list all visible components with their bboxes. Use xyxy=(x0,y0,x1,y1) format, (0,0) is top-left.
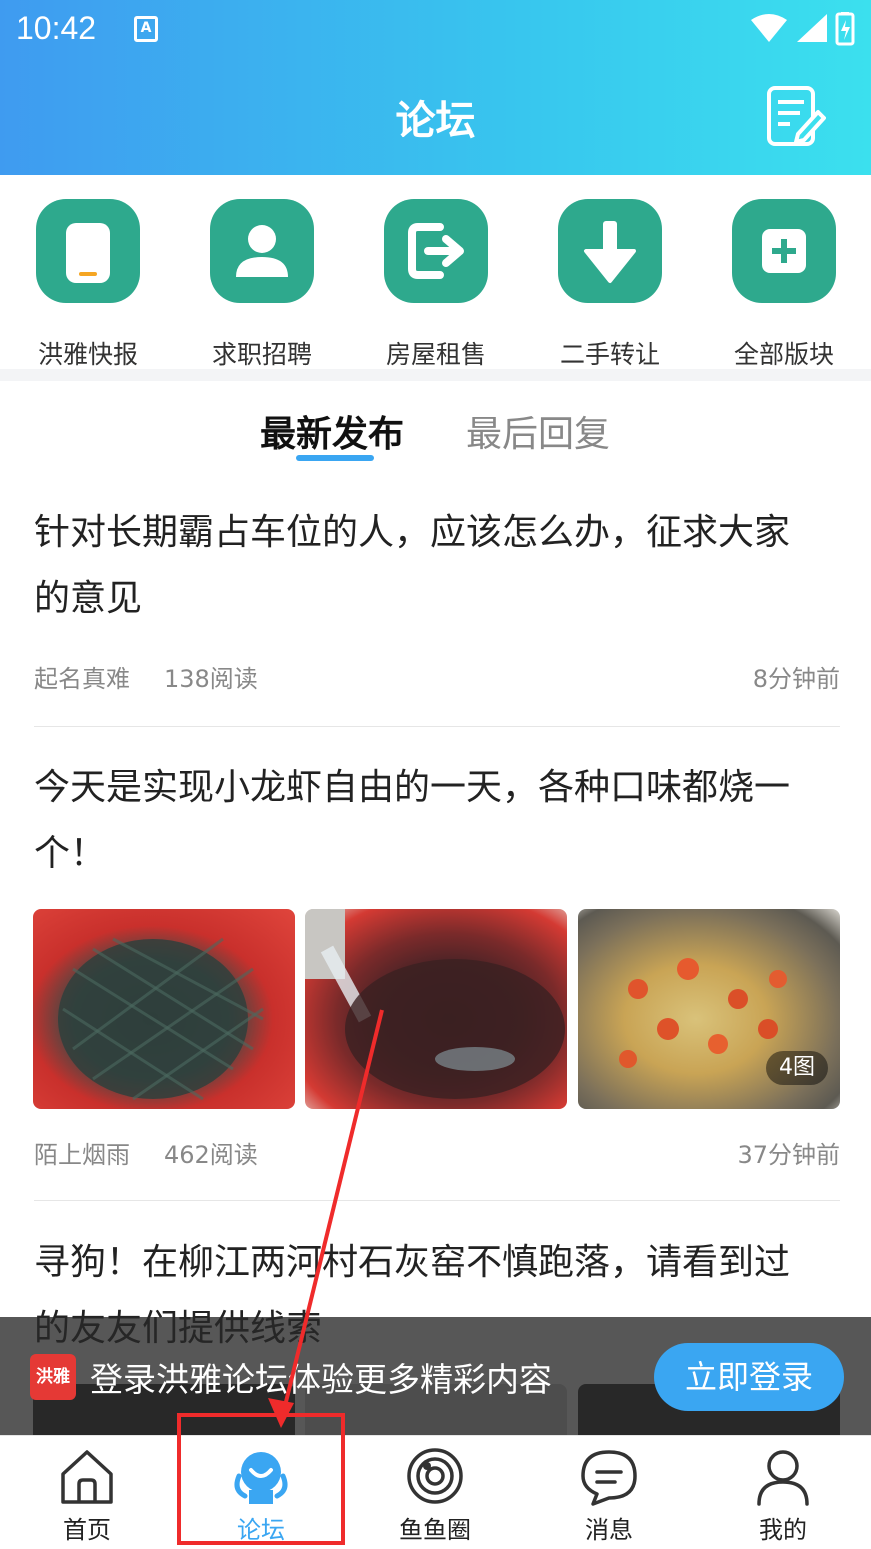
tab-label: 鱼鱼圈 xyxy=(399,1516,471,1544)
post-time: 37分钟前 xyxy=(737,1141,840,1169)
post-time: 8分钟前 xyxy=(752,665,840,693)
page-title: 论坛 xyxy=(395,98,476,144)
tab-latest-posts[interactable]: 最新发布 xyxy=(260,405,404,457)
quick-entry-grid: 洪雅快报 求职招聘 房屋租售 二手转让 全部版块 xyxy=(0,175,871,375)
post-title[interactable]: 针对长期霸占车位的人，应该怎么办，征求大家的意见 xyxy=(34,500,824,632)
quick-entry-label: 全部版块 xyxy=(733,340,834,369)
tab-label: 我的 xyxy=(759,1516,807,1544)
post-meta: 起名真难 138阅读 8分钟前 xyxy=(34,659,840,694)
login-now-button[interactable]: 立即登录 xyxy=(654,1343,844,1411)
planet-icon xyxy=(407,1448,463,1504)
quick-entry-icon-bg xyxy=(384,199,488,303)
tab-messages[interactable]: 消息 xyxy=(522,1436,696,1549)
login-prompt-banner: 洪雅 登录洪雅论坛体验更多精彩内容 立即登录 xyxy=(0,1317,871,1435)
post-read-count: 138阅读 xyxy=(164,665,258,693)
status-time: 10:42 xyxy=(16,10,97,46)
quick-entry-label: 求职招聘 xyxy=(211,340,312,369)
post-image[interactable]: 4图 xyxy=(578,909,840,1109)
ime-indicator-icon: A xyxy=(134,16,158,42)
bottom-tab-bar: 首页 论坛 鱼鱼圈 消息 我的 xyxy=(0,1435,871,1549)
signal-battery-icon xyxy=(751,12,855,46)
active-tab-indicator xyxy=(296,455,374,461)
annotation-highlight-box xyxy=(177,1413,345,1545)
status-bar: 10:42 A xyxy=(0,0,871,62)
tab-home[interactable]: 首页 xyxy=(0,1436,174,1549)
quick-entry-housing[interactable]: 房屋租售 xyxy=(366,197,506,369)
quick-entry-icon-bg xyxy=(558,199,662,303)
quick-entry-label: 洪雅快报 xyxy=(37,340,138,369)
quick-entry-label: 房屋租售 xyxy=(385,340,486,369)
quick-entry-secondhand[interactable]: 二手转让 xyxy=(540,197,680,369)
app-logo: 洪雅 xyxy=(30,1354,76,1400)
chat-bubble-icon xyxy=(581,1450,637,1506)
post-image[interactable] xyxy=(33,909,295,1109)
post-divider xyxy=(34,1200,840,1201)
plus-square-icon xyxy=(762,229,806,273)
exit-door-icon xyxy=(408,223,464,279)
phone-icon xyxy=(66,223,110,283)
quick-entry-icon-bg xyxy=(36,199,140,303)
quick-entry-jobs[interactable]: 求职招聘 xyxy=(192,197,332,369)
tab-profile[interactable]: 我的 xyxy=(696,1436,870,1549)
tab-latest-replies[interactable]: 最后回复 xyxy=(466,405,610,457)
login-prompt-text: 登录洪雅论坛体验更多精彩内容 xyxy=(90,1360,552,1399)
post-title[interactable]: 今天是实现小龙虾自由的一天，各种口味都烧一个！ xyxy=(34,755,824,887)
post-divider xyxy=(34,726,840,727)
quick-entry-news[interactable]: 洪雅快报 xyxy=(18,197,158,369)
post-author[interactable]: 起名真难 xyxy=(34,659,130,694)
tab-label: 消息 xyxy=(585,1516,633,1544)
washing-crayfish-image xyxy=(305,909,565,1099)
tab-label: 首页 xyxy=(63,1516,111,1544)
crayfish-bag-image xyxy=(58,937,264,1101)
post-author[interactable]: 陌上烟雨 xyxy=(34,1135,130,1170)
home-icon xyxy=(61,1450,113,1504)
compose-post-icon[interactable] xyxy=(764,84,826,150)
section-divider xyxy=(0,369,871,381)
image-count-badge: 4图 xyxy=(766,1051,828,1085)
down-arrow-icon xyxy=(584,221,636,283)
post-meta: 陌上烟雨 462阅读 37分钟前 xyxy=(34,1135,840,1170)
quick-entry-label: 二手转让 xyxy=(559,340,660,369)
tab-fish-circle[interactable]: 鱼鱼圈 xyxy=(348,1436,522,1549)
quick-entry-all-boards[interactable]: 全部版块 xyxy=(714,197,854,369)
app-screen: 10:42 A 论坛 洪雅快报 求职招聘 房屋租售 二手转让 全部版块 最新发布… xyxy=(0,0,871,1549)
quick-entry-icon-bg xyxy=(732,199,836,303)
user-icon xyxy=(236,225,288,277)
post-image[interactable] xyxy=(305,909,567,1109)
quick-entry-icon-bg xyxy=(210,199,314,303)
post-read-count: 462阅读 xyxy=(164,1141,258,1169)
profile-icon xyxy=(757,1450,809,1506)
feed-tabs: 最新发布 最后回复 xyxy=(0,395,871,475)
top-header: 10:42 A 论坛 xyxy=(0,0,871,175)
